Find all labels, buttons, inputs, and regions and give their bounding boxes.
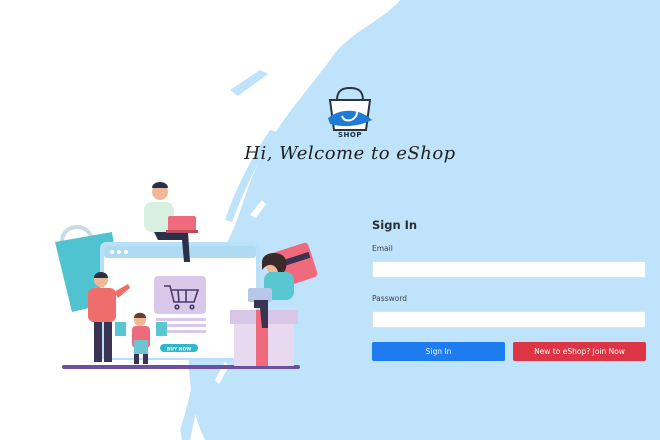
login-page: BUY NOW SHOP Hi, Welcome to eShop Sign I… (0, 0, 660, 440)
password-field[interactable] (372, 311, 646, 328)
welcome-heading: Hi, Welcome to eShop (244, 143, 456, 164)
signin-form: Sign In Email Password Sign In New to eS… (372, 218, 646, 361)
password-label: Password (372, 294, 408, 303)
signin-title: Sign In (372, 218, 418, 232)
email-field[interactable] (372, 261, 646, 278)
buy-now-label: BUY NOW (167, 347, 192, 353)
logo-wordmark: SHOP (338, 131, 362, 139)
email-label: Email (372, 244, 393, 253)
button-row: Sign In New to eShop? Join Now (372, 342, 646, 361)
signin-button[interactable]: Sign In (372, 342, 505, 361)
shopping-bag-logo-icon (328, 86, 372, 131)
join-now-button[interactable]: New to eShop? Join Now (513, 342, 646, 361)
